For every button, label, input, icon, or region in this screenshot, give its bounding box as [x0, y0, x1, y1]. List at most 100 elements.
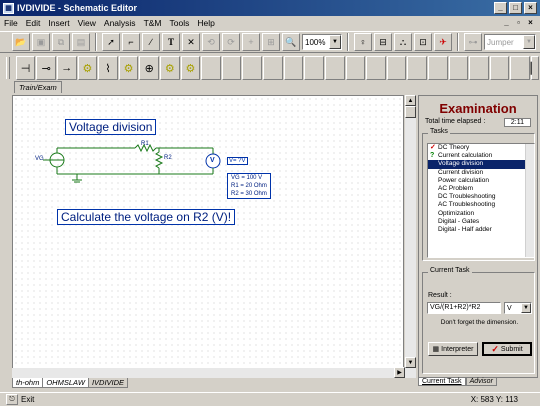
- doc-restore-button[interactable]: ▫: [513, 17, 524, 28]
- menu-file[interactable]: File: [4, 18, 18, 28]
- menu-tools[interactable]: Tools: [170, 18, 190, 28]
- doc-minimize-button[interactable]: _: [501, 17, 512, 28]
- empty-slot[interactable]: [324, 56, 345, 80]
- part-select[interactable]: Jumper ▼: [484, 34, 536, 50]
- menu-help[interactable]: Help: [197, 18, 214, 28]
- source-icon[interactable]: ⚙: [118, 56, 139, 80]
- tab-train-exam[interactable]: Train/Exam: [14, 81, 62, 93]
- vertical-scrollbar[interactable]: ▲ ▼: [405, 95, 416, 378]
- empty-slot[interactable]: [345, 56, 366, 80]
- task-item-selected[interactable]: Voltage division: [428, 160, 534, 169]
- task-item[interactable]: AC Troubleshooting: [428, 201, 534, 209]
- part-icon[interactable]: ⊶: [464, 33, 482, 51]
- tab-advisor[interactable]: Advisor: [465, 378, 497, 386]
- scroll-down-icon[interactable]: ▼: [405, 357, 416, 368]
- task-item[interactable]: AC Problem: [428, 185, 534, 193]
- empty-slot[interactable]: [469, 56, 489, 80]
- open-icon[interactable]: 📂: [12, 33, 30, 51]
- zoom-icon[interactable]: 🔍: [282, 33, 300, 51]
- grid-icon[interactable]: ⊞: [262, 33, 280, 51]
- rotate-right-icon[interactable]: ⟳: [222, 33, 240, 51]
- chart-icon[interactable]: ⊡: [414, 33, 432, 51]
- pen-icon[interactable]: ∕: [142, 33, 160, 51]
- hierarchy-icon[interactable]: ⊟: [374, 33, 392, 51]
- sheet-tab-ohmslaw[interactable]: OHMSLAW: [42, 378, 89, 388]
- maximize-button[interactable]: □: [509, 2, 522, 14]
- empty-slot[interactable]: [283, 56, 304, 80]
- menu-tm[interactable]: T&M: [144, 18, 162, 28]
- result-input[interactable]: VG/(R1+R2)*R2: [427, 302, 501, 314]
- schematic-canvas[interactable]: Voltage division R1 R2 VG V V= ?V VG = 1…: [12, 95, 404, 378]
- empty-slot[interactable]: [489, 56, 510, 80]
- paste-icon[interactable]: ▤: [72, 33, 90, 51]
- empty-slot[interactable]: [221, 56, 242, 80]
- empty-slot[interactable]: [201, 56, 221, 80]
- wire-icon[interactable]: ⌐: [122, 33, 140, 51]
- task-item[interactable]: DC Troubleshooting: [428, 193, 534, 201]
- unit-select[interactable]: V ▼: [504, 302, 532, 314]
- task-item[interactable]: Digital - Half adder: [428, 226, 534, 234]
- transistor-icon[interactable]: ⚙: [180, 56, 201, 80]
- pointer-icon[interactable]: ➚: [102, 33, 120, 51]
- empty-slot[interactable]: [242, 56, 263, 80]
- task-item[interactable]: ? Current calculation: [428, 152, 534, 160]
- menu-analysis[interactable]: Analysis: [104, 18, 136, 28]
- r2-resistor[interactable]: [154, 151, 164, 169]
- tasks-label: Tasks: [428, 128, 450, 135]
- task-item[interactable]: Power calculation: [428, 177, 534, 185]
- task-list-scrollbar[interactable]: [525, 144, 534, 257]
- task-item[interactable]: Digital - Gates: [428, 218, 534, 226]
- empty-slot[interactable]: [304, 56, 324, 80]
- diode-icon[interactable]: ⚙: [160, 56, 180, 80]
- elapsed-value: 2:11: [503, 118, 531, 127]
- doc-close-button[interactable]: ×: [525, 17, 536, 28]
- tab-current-task[interactable]: Current Task: [418, 378, 466, 386]
- component-icon[interactable]: ♀: [354, 33, 372, 51]
- task-item[interactable]: ✓ DC Theory: [428, 144, 534, 152]
- toolbar-grip[interactable]: [6, 57, 10, 79]
- empty-slot[interactable]: [366, 56, 386, 80]
- inductor-icon[interactable]: ⌇: [98, 56, 118, 80]
- wire-end-icon[interactable]: ⊸: [36, 56, 56, 80]
- scroll-thumb[interactable]: [405, 106, 416, 118]
- horizontal-scrollbar[interactable]: ▶: [12, 367, 405, 378]
- mirror-icon[interactable]: +: [242, 33, 260, 51]
- task-list[interactable]: ✓ DC Theory ? Current calculation Voltage …: [427, 143, 535, 258]
- empty-slot[interactable]: [386, 56, 407, 80]
- interpreter-button[interactable]: ▦ Interpreter: [428, 342, 478, 356]
- copy-icon[interactable]: ⧉: [52, 33, 70, 51]
- minimize-button[interactable]: _: [494, 2, 507, 14]
- menu-view[interactable]: View: [78, 18, 96, 28]
- empty-slot[interactable]: [407, 56, 427, 80]
- resistor-icon[interactable]: ⚙: [77, 56, 98, 80]
- save-icon[interactable]: ▣: [32, 33, 50, 51]
- run-icon[interactable]: ✈: [434, 33, 452, 51]
- menu-edit[interactable]: Edit: [26, 18, 41, 28]
- empty-slot[interactable]: [448, 56, 469, 80]
- sheet-tab-th-ohm[interactable]: th-ohm: [12, 378, 44, 388]
- schematic-title[interactable]: Voltage division: [65, 119, 157, 135]
- scroll-right-icon[interactable]: ▶: [394, 367, 405, 378]
- parameter-box[interactable]: VG = 100 V R1 = 20 Ohm R2 = 30 Ohm: [227, 173, 271, 199]
- probe-icon[interactable]: ✕: [182, 33, 200, 51]
- analysis-icon[interactable]: ⛬: [394, 33, 412, 51]
- arrow-icon[interactable]: →: [56, 56, 77, 80]
- question-text[interactable]: Calculate the voltage on R2 (V)!: [57, 209, 236, 225]
- scroll-up-icon[interactable]: ▲: [405, 95, 416, 106]
- zoom-select[interactable]: 100% ▼: [302, 34, 342, 50]
- task-item[interactable]: Current division: [428, 169, 534, 177]
- empty-slot[interactable]: [427, 56, 448, 80]
- empty-slot[interactable]: [510, 56, 530, 80]
- meter-icon[interactable]: ⊕: [139, 56, 160, 80]
- text-icon[interactable]: T: [162, 33, 180, 51]
- sheet-tab-ivdivide[interactable]: IVDIVIDE: [87, 378, 129, 388]
- rotate-left-icon[interactable]: ⟲: [202, 33, 220, 51]
- toolbar-scroll-right[interactable]: ▏: [531, 56, 539, 80]
- menu-insert[interactable]: Insert: [48, 18, 69, 28]
- empty-slot[interactable]: [263, 56, 283, 80]
- close-button[interactable]: ×: [524, 2, 537, 14]
- submit-button[interactable]: ✓ Submit: [482, 342, 532, 356]
- exit-button[interactable]: ⎋ Exit: [6, 394, 34, 405]
- task-item[interactable]: Optimization: [428, 210, 534, 218]
- ground-icon[interactable]: ⊣: [15, 56, 36, 80]
